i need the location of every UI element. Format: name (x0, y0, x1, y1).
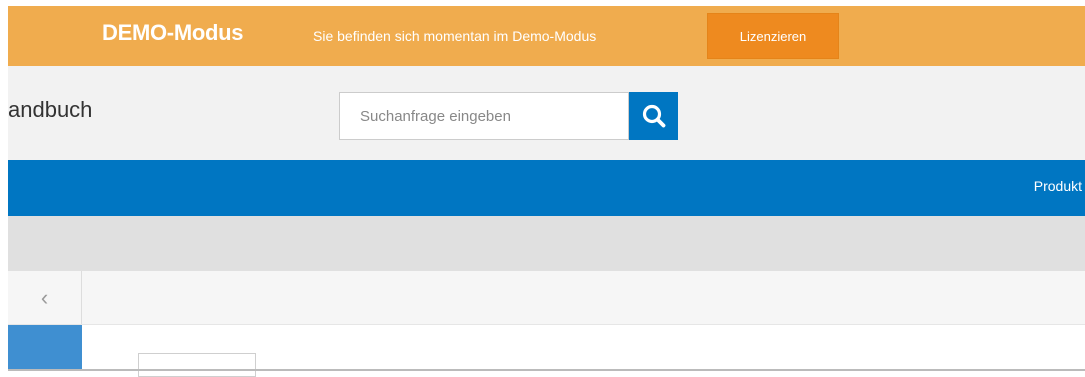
search-box (339, 92, 629, 140)
breadcrumb-bar (8, 216, 1085, 271)
search-icon (642, 104, 665, 128)
back-button[interactable]: ‹ (8, 271, 82, 324)
nav-item-produkt[interactable]: Produkt (1034, 178, 1082, 194)
demo-mode-banner: DEMO-Modus Sie befinden sich momentan im… (8, 6, 1085, 66)
main-navigation: Produkt (8, 160, 1085, 216)
sidebar-accent (8, 325, 82, 371)
demo-mode-message: Sie befinden sich momentan im Demo-Modus (313, 28, 597, 44)
site-header: andbuch (8, 66, 1085, 160)
content-box (138, 353, 256, 377)
demo-mode-title: DEMO-Modus (102, 20, 244, 45)
chevron-left-icon: ‹ (40, 284, 49, 310)
content-area (82, 325, 1085, 377)
content-toolbar: ‹ (8, 271, 1085, 325)
license-button[interactable]: Lizenzieren (707, 13, 839, 59)
search-input[interactable] (340, 93, 628, 139)
search-button[interactable] (629, 92, 678, 140)
site-title: andbuch (8, 97, 93, 122)
